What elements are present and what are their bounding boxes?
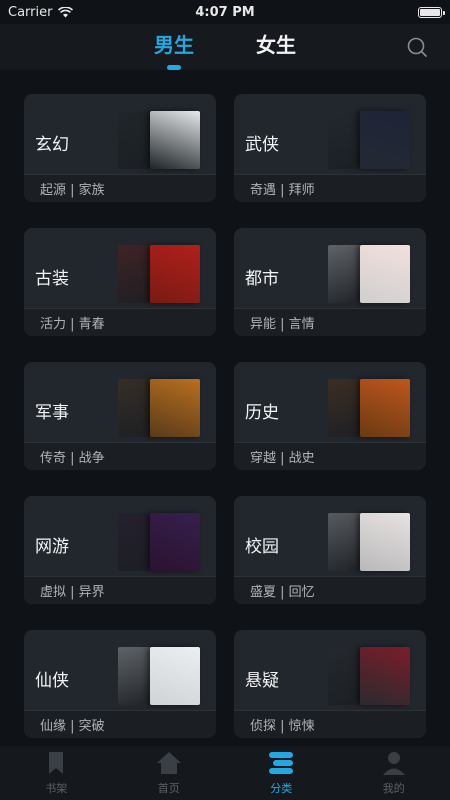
tab-male[interactable]: 男生 — [154, 29, 194, 70]
book-cover-front — [360, 379, 410, 437]
book-covers — [118, 513, 200, 571]
book-covers — [118, 379, 200, 437]
category-title: 网游 — [35, 537, 69, 557]
category-tags: 侦探 | 惊悚 — [234, 710, 426, 738]
book-cover-front — [150, 111, 200, 169]
book-cover-front — [360, 111, 410, 169]
category-title: 武侠 — [245, 135, 279, 155]
category-tags: 异能 | 言情 — [234, 308, 426, 336]
search-icon[interactable] — [406, 36, 428, 58]
status-left: Carrier — [8, 4, 74, 20]
book-cover-front — [150, 379, 200, 437]
tab-female[interactable]: 女生 — [256, 29, 296, 66]
tab-indicator — [167, 64, 181, 70]
nav-profile[interactable]: 我的 — [364, 750, 424, 796]
book-covers — [118, 245, 200, 303]
card-header: 古装 — [24, 228, 216, 308]
book-cover-front — [360, 513, 410, 571]
book-cover-front — [150, 647, 200, 705]
top-nav: 男生 女生 — [0, 24, 450, 70]
category-title: 历史 — [245, 403, 279, 423]
carrier-label: Carrier — [8, 4, 53, 20]
card-header: 校园 — [234, 496, 426, 576]
category-title: 仙侠 — [35, 671, 69, 691]
card-header: 武侠 — [234, 94, 426, 174]
wifi-icon — [58, 6, 74, 17]
category-tags: 起源 | 家族 — [24, 174, 216, 202]
category-card[interactable]: 仙侠 仙缘 | 突破 — [24, 630, 216, 738]
category-tags: 穿越 | 战史 — [234, 442, 426, 470]
card-header: 玄幻 — [24, 94, 216, 174]
book-cover-front — [360, 245, 410, 303]
category-tags: 盛夏 | 回忆 — [234, 576, 426, 604]
category-card[interactable]: 悬疑 侦探 | 惊悚 — [234, 630, 426, 738]
book-cover-front — [360, 647, 410, 705]
category-title: 玄幻 — [35, 135, 69, 155]
book-covers — [328, 245, 410, 303]
category-icon — [269, 752, 294, 774]
category-tags: 奇遇 | 拜师 — [234, 174, 426, 202]
book-covers — [328, 513, 410, 571]
category-title: 都市 — [245, 269, 279, 289]
category-card[interactable]: 玄幻 起源 | 家族 — [24, 94, 216, 202]
book-covers — [118, 647, 200, 705]
category-grid: 玄幻 起源 | 家族 武侠 奇遇 | 拜师 古装 活力 | 青春 都市 异能 |… — [24, 94, 426, 738]
category-tags: 传奇 | 战争 — [24, 442, 216, 470]
tab-male-label: 男生 — [154, 32, 194, 57]
card-header: 仙侠 — [24, 630, 216, 710]
status-bar: Carrier 4:07 PM — [0, 0, 450, 24]
category-card[interactable]: 网游 虚拟 | 异界 — [24, 496, 216, 604]
category-card[interactable]: 都市 异能 | 言情 — [234, 228, 426, 336]
nav-home-label: 首页 — [157, 782, 180, 795]
battery-icon — [418, 6, 445, 18]
book-covers — [118, 111, 200, 169]
book-covers — [328, 111, 410, 169]
category-card[interactable]: 古装 活力 | 青春 — [24, 228, 216, 336]
nav-bookshelf-label: 书架 — [45, 782, 68, 795]
category-title: 悬疑 — [245, 671, 279, 691]
category-title: 校园 — [245, 537, 279, 557]
tab-female-label: 女生 — [256, 32, 296, 57]
category-title: 军事 — [35, 403, 69, 423]
nav-profile-label: 我的 — [382, 782, 405, 795]
card-header: 军事 — [24, 362, 216, 442]
nav-category-label: 分类 — [270, 782, 293, 795]
category-tags: 活力 | 青春 — [24, 308, 216, 336]
profile-icon — [382, 752, 405, 775]
book-covers — [328, 647, 410, 705]
category-card[interactable]: 军事 传奇 | 战争 — [24, 362, 216, 470]
card-header: 历史 — [234, 362, 426, 442]
nav-home[interactable]: 首页 — [139, 750, 199, 796]
card-header: 都市 — [234, 228, 426, 308]
category-tags: 虚拟 | 异界 — [24, 576, 216, 604]
category-tags: 仙缘 | 突破 — [24, 710, 216, 738]
book-cover-front — [150, 513, 200, 571]
book-covers — [328, 379, 410, 437]
nav-bookshelf[interactable]: 书架 — [26, 750, 86, 796]
bottom-nav: 书架 首页 分类 我的 — [0, 746, 450, 800]
category-card[interactable]: 历史 穿越 | 战史 — [234, 362, 426, 470]
category-card[interactable]: 武侠 奇遇 | 拜师 — [234, 94, 426, 202]
category-card[interactable]: 校园 盛夏 | 回忆 — [234, 496, 426, 604]
card-header: 悬疑 — [234, 630, 426, 710]
bookmark-icon — [49, 752, 64, 774]
category-title: 古装 — [35, 269, 69, 289]
card-header: 网游 — [24, 496, 216, 576]
nav-category[interactable]: 分类 — [251, 750, 311, 796]
book-cover-front — [150, 245, 200, 303]
home-icon — [156, 752, 181, 774]
